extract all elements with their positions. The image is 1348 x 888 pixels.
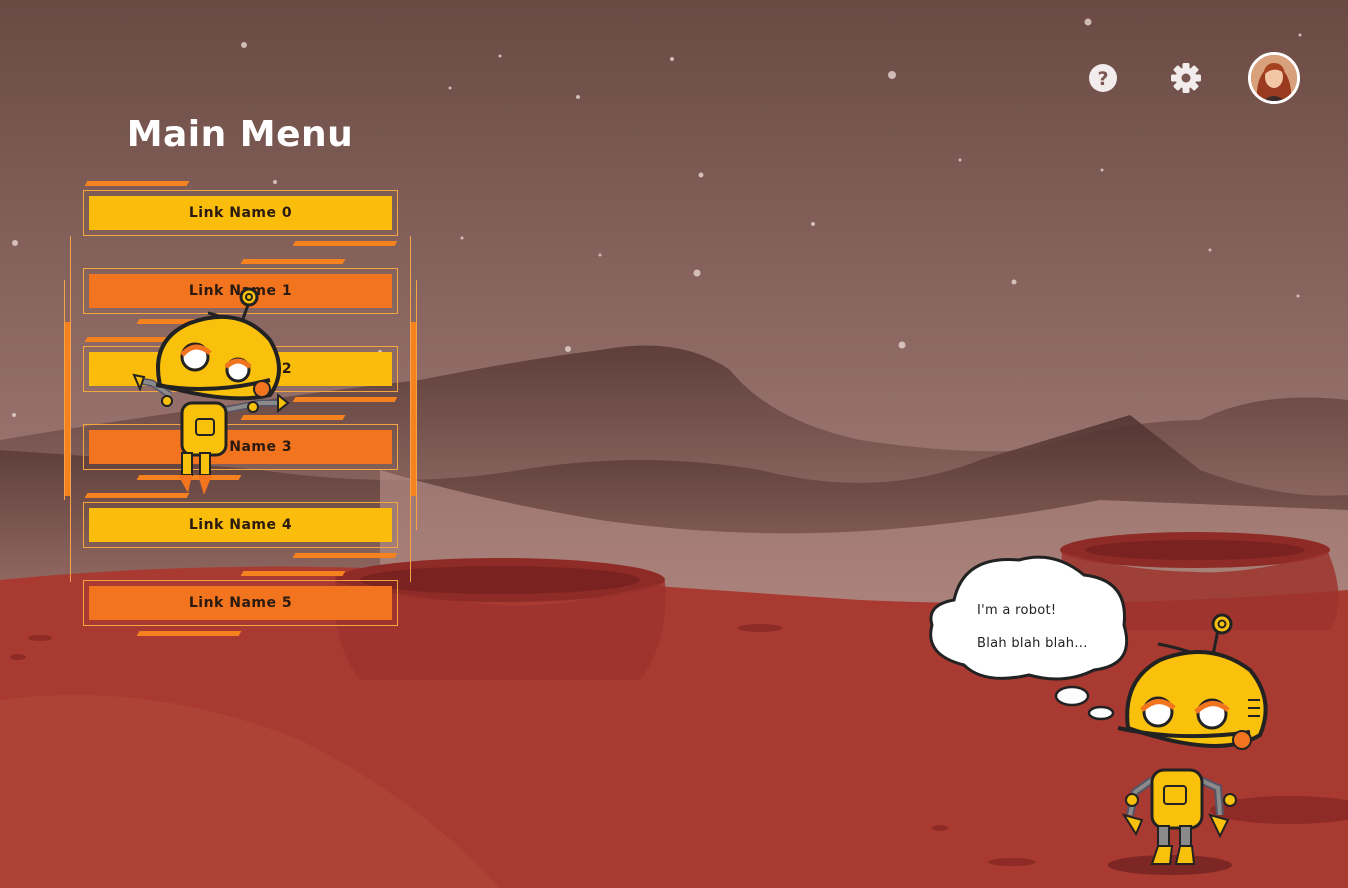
accent-tab (240, 571, 346, 576)
menu-link-5[interactable]: Link Name 5 (83, 580, 398, 626)
menu-link-0[interactable]: Link Name 0 (83, 190, 398, 236)
menu-frame-left-line (70, 236, 71, 582)
accent-tab (84, 181, 190, 186)
accent-tab (292, 553, 398, 558)
menu-link-label: Link Name 5 (89, 586, 392, 620)
menu-frame-right-tick (416, 280, 417, 530)
flying-robot-icon (132, 287, 290, 495)
accent-tab (292, 397, 398, 402)
user-avatar[interactable] (1248, 52, 1300, 104)
speech-line-1: I'm a robot! (977, 603, 1057, 618)
accent-tab (240, 259, 346, 264)
standing-robot-icon (1108, 613, 1268, 875)
accent-tab (292, 241, 398, 246)
menu-link-label: Link Name 4 (89, 508, 392, 542)
accent-tab (136, 631, 242, 636)
help-icon[interactable]: ? (1085, 60, 1121, 96)
menu-frame-left-tick (64, 280, 65, 500)
menu-link-4[interactable]: Link Name 4 (83, 502, 398, 548)
svg-text:?: ? (1097, 68, 1108, 90)
menu-link-label: Link Name 0 (89, 196, 392, 230)
menu-title: Main Menu (126, 114, 354, 155)
speech-line-2: Blah blah blah... (977, 636, 1088, 651)
gear-icon[interactable] (1168, 60, 1204, 96)
